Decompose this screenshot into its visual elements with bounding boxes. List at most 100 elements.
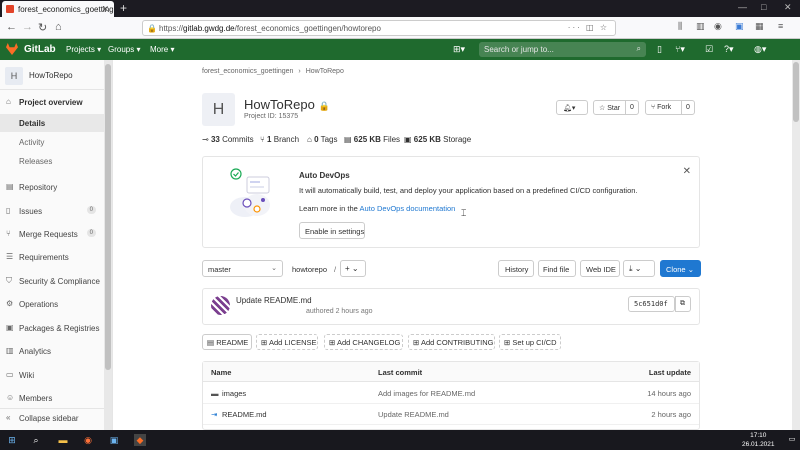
clone-button[interactable]: Clone ⌄	[660, 260, 701, 277]
gitlab-taskbar-icon[interactable]: ◆	[134, 434, 146, 446]
sidebar-subitem-releases[interactable]: Releases	[0, 152, 104, 170]
sidebar-subitem-details[interactable]: Details	[0, 114, 104, 132]
commit-sha[interactable]: 5c651d0f	[628, 296, 675, 312]
download-button[interactable]: ⤓ ⌄	[623, 260, 655, 277]
gitlab-brand[interactable]: GitLab	[24, 44, 56, 55]
sidebar-item-security[interactable]: ⛉ Security & Compliance	[0, 272, 104, 291]
history-button[interactable]: History	[498, 260, 534, 277]
close-tab-icon[interactable]: ✕	[101, 4, 109, 15]
menu-icon[interactable]: ≡	[778, 21, 783, 31]
maximize-icon[interactable]: □	[761, 2, 766, 12]
extension-2-icon[interactable]: ▦	[755, 21, 764, 32]
quick-action-label: Add CHANGELOG	[336, 338, 401, 347]
file-explorer-icon[interactable]: ▬	[57, 434, 69, 446]
branch-stat[interactable]: ⑂ 1 Branch	[260, 135, 299, 144]
breadcrumb-separator: ›	[298, 68, 301, 75]
windows-start-icon[interactable]: ⊞	[6, 434, 18, 446]
home-icon[interactable]: ⌂	[55, 21, 62, 33]
collapse-sidebar-button[interactable]: « Collapse sidebar	[0, 408, 104, 427]
sidebar-scroll-thumb[interactable]	[105, 64, 111, 370]
shield-icon: ⛉	[6, 276, 12, 285]
add-contributing-button[interactable]: ⊞ Add CONTRIBUTING	[408, 334, 495, 350]
extension-icon[interactable]: ▣	[735, 21, 744, 32]
help-icon[interactable]: ?▾	[724, 44, 734, 55]
firefox-icon[interactable]: ◉	[82, 434, 94, 446]
library-icon[interactable]: ⫼	[678, 21, 682, 32]
outlook-icon[interactable]: ▣	[108, 434, 120, 446]
new-item-icon[interactable]: ⊞▾	[453, 44, 465, 55]
sidebar-item-analytics[interactable]: ▥ Analytics	[0, 342, 104, 361]
gitlab-logo-icon[interactable]	[6, 43, 18, 55]
sidebar-item-requirements[interactable]: ☰ Requirements	[0, 248, 104, 267]
user-avatar[interactable]: ◍▾	[754, 44, 766, 55]
forward-icon[interactable]: →	[22, 21, 33, 33]
breadcrumb-project-link[interactable]: HowToRepo	[306, 68, 344, 75]
window-close-icon[interactable]: ✕	[784, 2, 792, 13]
add-to-tree-button[interactable]: + ⌄	[340, 260, 366, 277]
files-stat[interactable]: ▤ 625 KB Files	[344, 135, 400, 144]
sidebar-subitem-activity[interactable]: Activity	[0, 133, 104, 151]
breadcrumb-group-link[interactable]: forest_economics_goettingen	[202, 68, 293, 75]
setup-ci-button[interactable]: ⊞ Set up CI/CD	[499, 334, 561, 350]
sidebar-item-operations[interactable]: ⚙ Operations	[0, 295, 104, 314]
table-row[interactable]: ⇥ README.md Update README.md 2 hours ago	[203, 404, 699, 425]
browser-tab[interactable]: forest_economics_goettingen ✕	[2, 1, 114, 17]
sidebar-project-header[interactable]: H HowToRepo	[0, 60, 104, 90]
web-ide-button[interactable]: Web IDE	[580, 260, 620, 277]
url-bar[interactable]: 🔒 https://gitlab.gwdg.de/forest_economic…	[142, 20, 616, 36]
reload-icon[interactable]: ↻	[38, 21, 47, 34]
back-icon[interactable]: ←	[6, 21, 17, 33]
sidebar-item-project-overview[interactable]: ⌂ Project overview	[0, 93, 104, 112]
commits-stat[interactable]: ⊸ 33 Commits	[202, 135, 254, 144]
fork-button[interactable]: ⑂ Fork 0	[645, 100, 695, 115]
page-actions-icon[interactable]: ···	[568, 23, 582, 32]
commit-title[interactable]: Update README.md	[236, 296, 312, 305]
file-table: Name Last commit Last update ▬ images Ad…	[202, 361, 700, 430]
page-scrollbar[interactable]	[792, 60, 800, 430]
author-avatar[interactable]	[211, 296, 230, 315]
global-search-input[interactable]: Search or jump to... ⌕	[479, 42, 646, 57]
sidebar-item-members[interactable]: ☺ Members	[0, 389, 104, 408]
sidebar-item-wiki[interactable]: ▭ Wiki	[0, 366, 104, 385]
pocket-icon[interactable]: ◫	[586, 23, 596, 32]
sidebar-item-issues[interactable]: ▯ Issues 0	[0, 202, 104, 221]
table-row[interactable]: ▬ images Add images for README.md 14 hou…	[203, 383, 699, 404]
minimize-icon[interactable]: —	[738, 2, 747, 12]
sidebar-item-packages[interactable]: ▣ Packages & Registries	[0, 319, 104, 338]
account-icon[interactable]: ◉	[714, 21, 722, 32]
system-clock[interactable]: 17:10 26.01.2021	[742, 431, 775, 449]
close-icon[interactable]: ✕	[683, 166, 691, 177]
sidebar-item-merge-requests[interactable]: ⑂ Merge Requests 0	[0, 225, 104, 244]
repo-path[interactable]: howtorepo	[292, 265, 327, 274]
copy-icon[interactable]: ⧉	[675, 296, 691, 312]
todos-nav-icon[interactable]: ☑	[705, 44, 713, 55]
find-file-button[interactable]: Find file	[538, 260, 576, 277]
enable-in-settings-button[interactable]: Enable in settings	[299, 222, 365, 239]
groups-menu[interactable]: Groups ▾	[108, 45, 140, 54]
add-changelog-button[interactable]: ⊞ Add CHANGELOG	[324, 334, 403, 350]
page-scroll-thumb[interactable]	[793, 62, 799, 122]
sidebar-item-repository[interactable]: ▤ Repository	[0, 178, 104, 197]
devops-docs-link[interactable]: Auto DevOps documentation	[359, 204, 455, 213]
readme-button[interactable]: ▤ README	[202, 334, 252, 350]
issues-nav-icon[interactable]: ▯	[657, 44, 662, 55]
file-name[interactable]: README.md	[222, 410, 267, 419]
branch-selector[interactable]: master ⌄	[202, 260, 283, 277]
merge-requests-nav-icon[interactable]: ⑂▾	[675, 44, 685, 55]
star-count: 0	[625, 101, 639, 114]
projects-menu[interactable]: Projects ▾	[66, 45, 101, 54]
sidebar-toggle-icon[interactable]: ▥	[696, 21, 705, 32]
tags-stat[interactable]: ⌂ 0 Tags	[307, 135, 338, 144]
search-icon[interactable]: ⌕	[30, 434, 42, 446]
new-tab-button[interactable]: +	[120, 1, 127, 15]
sidebar-scrollbar[interactable]	[104, 60, 112, 430]
bookmark-star-icon[interactable]: ☆	[600, 23, 609, 32]
file-name[interactable]: images	[222, 389, 246, 398]
notification-button[interactable]: 🔔︎▾	[556, 100, 588, 115]
notification-center-icon[interactable]: ▭	[788, 434, 796, 446]
add-license-button[interactable]: ⊞ Add LICENSE	[256, 334, 318, 350]
more-menu[interactable]: More ▾	[150, 45, 174, 54]
file-last-commit[interactable]: Update README.md	[378, 410, 449, 419]
star-button[interactable]: ☆ Star 0	[593, 100, 639, 115]
file-last-commit[interactable]: Add images for README.md	[378, 389, 475, 398]
